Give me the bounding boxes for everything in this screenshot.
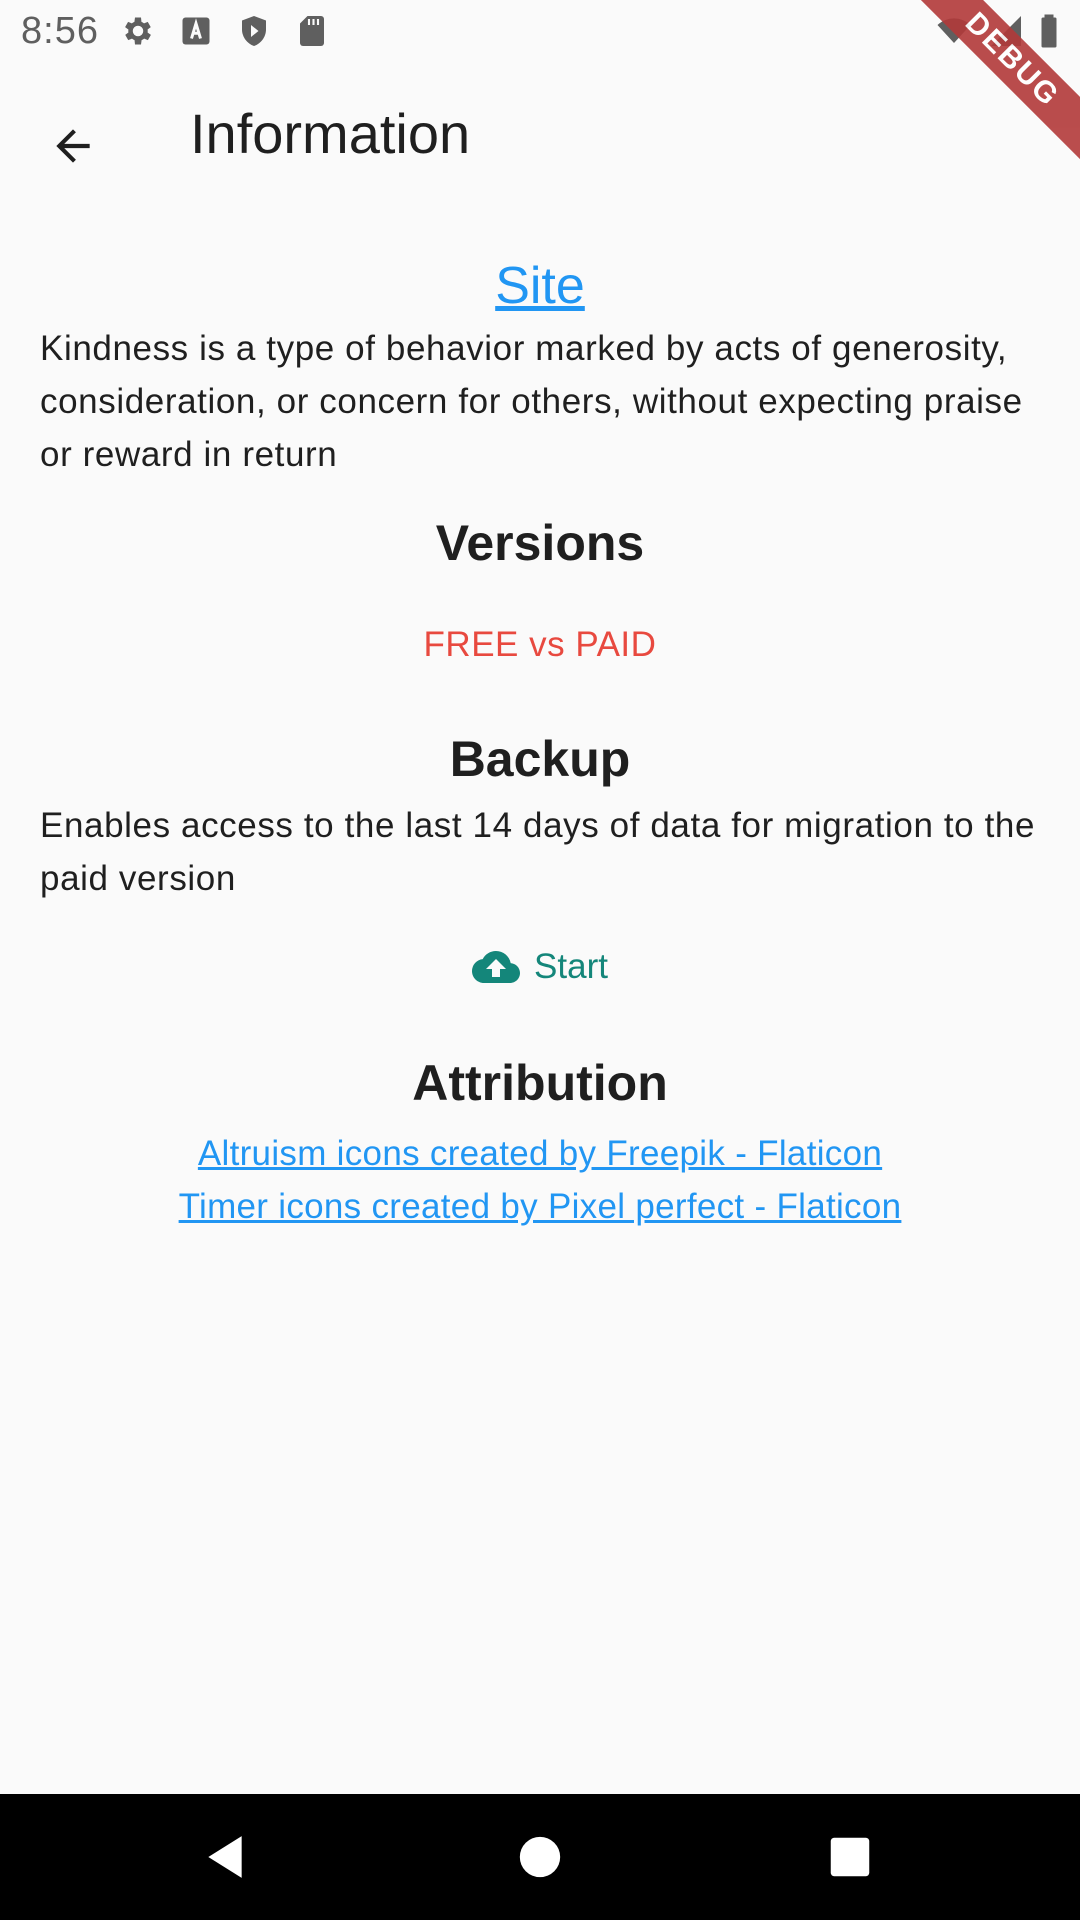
battery-icon bbox=[1038, 13, 1060, 54]
back-button[interactable] bbox=[30, 103, 116, 189]
attribution-link-altruism[interactable]: Altruism icons created by Freepik - Flat… bbox=[198, 1127, 882, 1180]
free-vs-paid-button[interactable]: FREE vs PAID bbox=[40, 621, 1040, 669]
site-link[interactable]: Site bbox=[40, 250, 1040, 322]
arrow-back-icon bbox=[56, 129, 90, 163]
status-time: 8:56 bbox=[21, 10, 99, 52]
attribution-links: Altruism icons created by Freepik - Flat… bbox=[40, 1127, 1040, 1233]
back-triangle-icon bbox=[208, 1836, 242, 1878]
versions-heading: Versions bbox=[435, 515, 645, 571]
attribution-heading: Attribution bbox=[412, 1055, 668, 1111]
status-icons-left bbox=[120, 13, 330, 49]
wifi-icon bbox=[934, 13, 974, 54]
start-backup-button[interactable]: Start bbox=[40, 943, 1040, 991]
status-bar: 8:56 bbox=[0, 0, 1080, 63]
app-bar: Information bbox=[0, 63, 1080, 210]
screen: 8:56 DEBUG Information Site Kindness is … bbox=[0, 0, 1080, 1920]
backup-heading: Backup bbox=[449, 731, 631, 787]
recents-square-icon bbox=[830, 1837, 870, 1877]
page-title: Information bbox=[190, 102, 471, 165]
content: Site Kindness is a type of behavior mark… bbox=[40, 250, 1040, 1233]
nav-home-button[interactable] bbox=[507, 1824, 573, 1890]
description-text: Kindness is a type of behavior marked by… bbox=[40, 329, 1023, 474]
backup-description: Enables access to the last 14 days of da… bbox=[40, 806, 1036, 898]
home-circle-icon bbox=[519, 1836, 561, 1878]
font-a-icon bbox=[178, 13, 214, 49]
cloud-upload-icon bbox=[472, 951, 521, 983]
play-shield-icon bbox=[236, 13, 272, 49]
nav-recents-button[interactable] bbox=[817, 1824, 883, 1890]
sd-card-icon bbox=[294, 13, 330, 49]
attribution-link-timer[interactable]: Timer icons created by Pixel perfect - F… bbox=[179, 1180, 902, 1233]
nav-back-button[interactable] bbox=[192, 1824, 258, 1890]
gear-icon bbox=[120, 13, 156, 49]
status-icons-right bbox=[934, 13, 1060, 54]
start-button-label: Start bbox=[534, 947, 608, 986]
signal-icon bbox=[988, 13, 1024, 54]
site-link-wrap: Site bbox=[40, 250, 1040, 322]
system-nav-bar bbox=[0, 1794, 1080, 1920]
